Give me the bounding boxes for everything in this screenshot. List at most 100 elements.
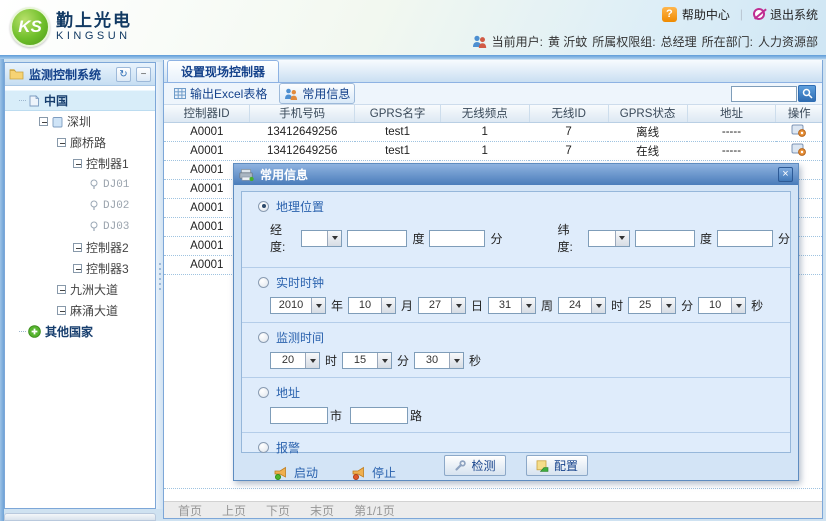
chevron-down-icon[interactable] xyxy=(591,298,605,313)
dialog-header[interactable]: 常用信息 xyxy=(234,164,798,185)
year-select[interactable]: 2010 xyxy=(270,297,326,314)
chevron-down-icon[interactable] xyxy=(311,298,325,313)
section-realtime-clock: 实时时钟 2010 年 10 月 27 xyxy=(242,267,790,322)
realtime-clock-radio[interactable] xyxy=(258,277,269,288)
tree-expander-icon[interactable] xyxy=(57,285,66,294)
col-wireless-freq[interactable]: 无线频点 xyxy=(440,105,529,122)
collapsed-panel-stub[interactable] xyxy=(4,513,156,521)
chevron-down-icon[interactable] xyxy=(327,231,341,246)
chevron-down-icon[interactable] xyxy=(615,231,629,246)
configure-icon[interactable] xyxy=(791,123,806,137)
config-button[interactable]: 配置 xyxy=(526,455,588,476)
tree-item-dj02[interactable]: DJ02 xyxy=(5,195,155,216)
day-select[interactable]: 27 xyxy=(418,297,466,314)
chevron-down-icon[interactable] xyxy=(381,298,395,313)
tree-item-jiuzhou-avenue[interactable]: 九洲大道 xyxy=(5,279,155,300)
tree-item-langqiaolu[interactable]: 廊桥路 xyxy=(5,132,155,153)
common-info-button[interactable]: 常用信息 xyxy=(279,83,355,104)
month-select[interactable]: 10 xyxy=(348,297,396,314)
minute-select[interactable]: 25 xyxy=(628,297,676,314)
search-input[interactable] xyxy=(731,86,797,102)
longitude-degree-input[interactable] xyxy=(347,230,407,247)
second-select[interactable]: 10 xyxy=(698,297,746,314)
tree-expander-icon[interactable] xyxy=(73,159,82,168)
tree-expander-icon[interactable] xyxy=(39,117,48,126)
week-select[interactable]: 31 xyxy=(488,297,536,314)
latitude-degree-input[interactable] xyxy=(635,230,695,247)
tree-item-shenzhen[interactable]: 深圳 xyxy=(5,111,155,132)
collapse-icon[interactable] xyxy=(136,67,151,82)
latitude-minute-input[interactable] xyxy=(717,230,773,247)
geo-position-radio[interactable] xyxy=(258,201,269,212)
tree-expander-icon[interactable] xyxy=(57,306,66,315)
tree-item-china[interactable]: 中国 xyxy=(5,90,155,111)
section-address: 地址 市 路 xyxy=(242,377,790,432)
tree-connector xyxy=(19,331,26,332)
latitude-select[interactable] xyxy=(588,230,630,247)
col-actions: 操作 xyxy=(776,105,822,122)
refresh-icon[interactable] xyxy=(116,67,131,82)
tree-item-label: DJ02 xyxy=(103,200,129,212)
col-wireless-id[interactable]: 无线ID xyxy=(529,105,608,122)
monitor-time-radio[interactable] xyxy=(258,332,269,343)
tree-item-label: 控制器1 xyxy=(86,155,129,172)
longitude-select[interactable] xyxy=(301,230,343,247)
alarm-radio[interactable] xyxy=(258,442,269,453)
longitude-minute-input[interactable] xyxy=(429,230,485,247)
permission-group-value: 总经理 xyxy=(661,33,697,50)
chevron-down-icon[interactable] xyxy=(661,298,675,313)
minute-unit: 分 xyxy=(681,297,693,314)
chevron-down-icon[interactable] xyxy=(521,298,535,313)
chevron-down-icon[interactable] xyxy=(449,353,463,368)
tab-set-field-controller[interactable]: 设置现场控制器 xyxy=(167,60,279,82)
tree-item-machong-avenue[interactable]: 麻涌大道 xyxy=(5,300,155,321)
hour-select[interactable]: 24 xyxy=(558,297,606,314)
table-row[interactable]: A0001 13412649256 test1 1 7 在线 ----- xyxy=(164,141,822,160)
help-center-link[interactable]: 帮助中心 xyxy=(662,6,730,23)
hour-unit: 时 xyxy=(611,297,623,314)
chevron-down-icon[interactable] xyxy=(731,298,745,313)
col-address[interactable]: 地址 xyxy=(687,105,776,122)
tree-item-controller3[interactable]: 控制器3 xyxy=(5,258,155,279)
tree-item-dj01[interactable]: DJ01 xyxy=(5,174,155,195)
monitor-second-select[interactable]: 30 xyxy=(414,352,464,369)
monitor-minute-select[interactable]: 15 xyxy=(342,352,392,369)
city-input[interactable] xyxy=(270,407,328,424)
prev-page-link[interactable]: 上页 xyxy=(222,502,246,519)
tree-item-dj03[interactable]: DJ03 xyxy=(5,216,155,237)
minute-unit: 分 xyxy=(490,230,502,247)
col-phone[interactable]: 手机号码 xyxy=(250,105,355,122)
tree-item-other-countries[interactable]: 其他国家 xyxy=(5,321,155,342)
exit-system-link[interactable]: 退出系统 xyxy=(753,6,818,23)
table-row[interactable]: A0001 13412649256 test1 1 7 离线 ----- xyxy=(164,122,822,141)
col-gprs-status[interactable]: GPRS状态 xyxy=(608,105,687,122)
detect-button[interactable]: 检测 xyxy=(444,455,506,476)
search-button[interactable] xyxy=(798,85,816,102)
panel-splitter[interactable] xyxy=(156,62,163,509)
close-icon[interactable] xyxy=(778,167,793,182)
tree-expander-icon[interactable] xyxy=(73,243,82,252)
search-area xyxy=(731,85,816,102)
tree-expander-icon[interactable] xyxy=(73,264,82,273)
chevron-down-icon[interactable] xyxy=(305,353,319,368)
first-page-link[interactable]: 首页 xyxy=(178,502,202,519)
address-radio[interactable] xyxy=(258,387,269,398)
scroll-icon xyxy=(28,95,40,107)
chevron-down-icon[interactable] xyxy=(377,353,391,368)
tree-item-controller1[interactable]: 控制器1 xyxy=(5,153,155,174)
last-page-link[interactable]: 末页 xyxy=(310,502,334,519)
road-input[interactable] xyxy=(350,407,408,424)
page-info: 第1/1页 xyxy=(354,502,395,519)
next-page-link[interactable]: 下页 xyxy=(266,502,290,519)
configure-icon[interactable] xyxy=(791,142,806,156)
tree-item-controller2[interactable]: 控制器2 xyxy=(5,237,155,258)
section-monitor-time: 监测时间 20 时 15 分 30 xyxy=(242,322,790,377)
device-tree: 中国 深圳 廊桥路 控制器1 D xyxy=(5,86,155,342)
expand-plus-icon[interactable] xyxy=(28,325,41,338)
tree-expander-icon[interactable] xyxy=(57,138,66,147)
col-gprs-name[interactable]: GPRS名字 xyxy=(355,105,441,122)
monitor-hour-select[interactable]: 20 xyxy=(270,352,320,369)
col-controller-id[interactable]: 控制器ID xyxy=(164,105,250,122)
export-excel-button[interactable]: 输出Excel表格 xyxy=(170,84,271,103)
chevron-down-icon[interactable] xyxy=(451,298,465,313)
